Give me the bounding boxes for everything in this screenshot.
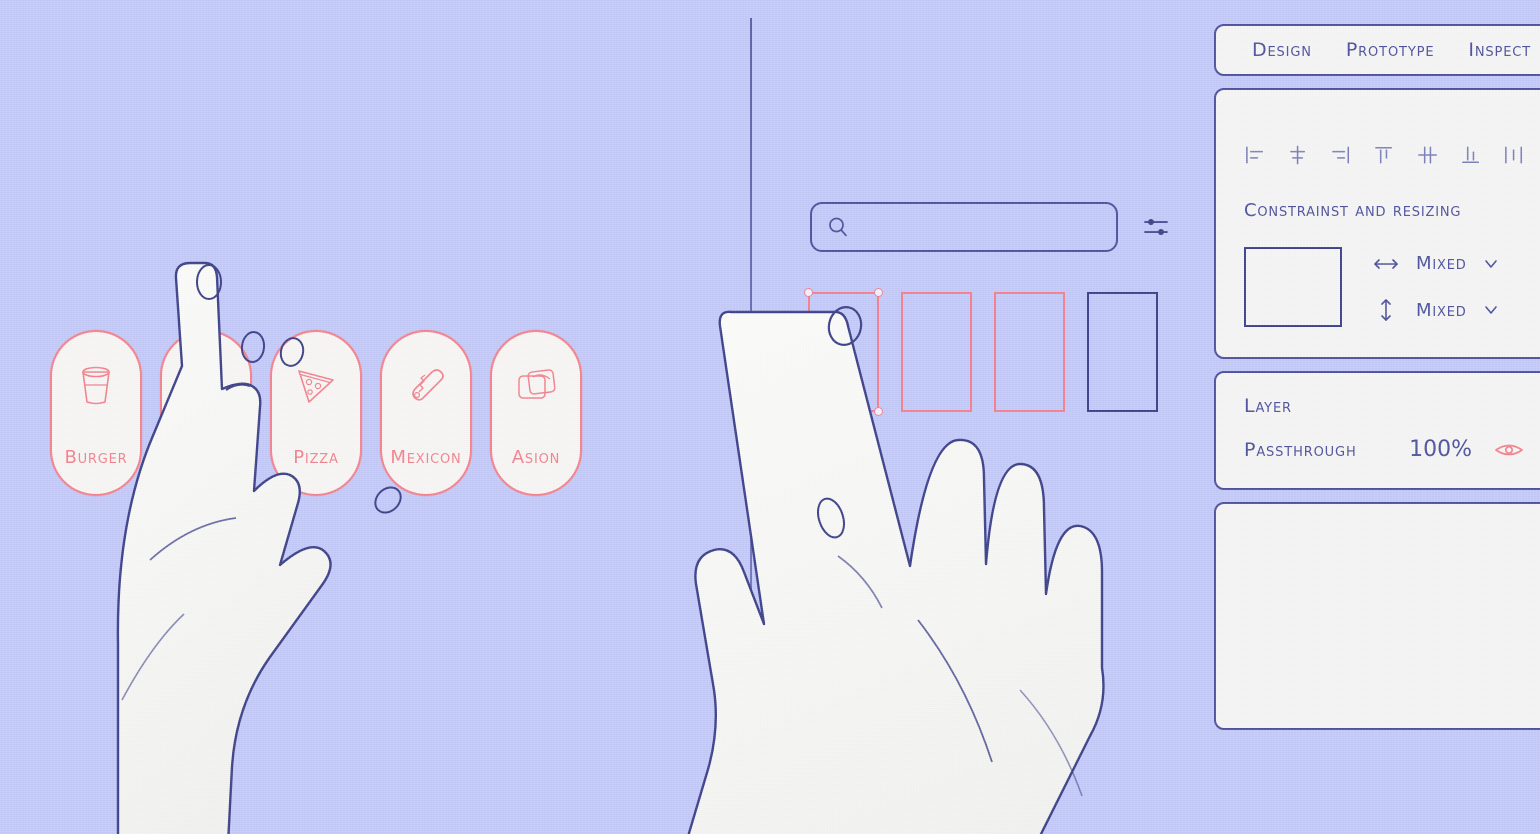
- category-chip-pizza[interactable]: Pizza: [270, 330, 362, 496]
- category-chip-burger[interactable]: Burger: [50, 330, 142, 496]
- selection-handle-top-right[interactable]: [874, 288, 883, 297]
- canvas-rect-selected[interactable]: [804, 288, 883, 416]
- search-field[interactable]: [810, 202, 1118, 252]
- canvas-rectangle-group: [804, 288, 1158, 416]
- alignment-toolbar: [1244, 144, 1524, 166]
- chevron-down-icon: [1484, 259, 1497, 268]
- layer-panel: Layer Passthrough 100%: [1214, 371, 1540, 490]
- align-vertical-center-icon[interactable]: [1417, 144, 1438, 166]
- food-icon: [190, 369, 222, 401]
- align-horizontal-center-icon[interactable]: [1287, 144, 1308, 166]
- eye-icon[interactable]: [1494, 440, 1524, 460]
- opacity-value[interactable]: 100%: [1409, 437, 1472, 462]
- category-chip-label: Mexicon: [390, 447, 462, 468]
- category-chip-label: Burger: [64, 447, 128, 468]
- align-top-icon[interactable]: [1373, 144, 1394, 166]
- category-chip-label: Pizza: [293, 447, 339, 468]
- selection-handle-bottom-right[interactable]: [874, 407, 883, 416]
- canvas-rect[interactable]: [994, 292, 1065, 412]
- constraint-vertical-dropdown[interactable]: Mixed: [1372, 296, 1499, 324]
- chevron-down-icon: [1484, 306, 1497, 314]
- constraint-horizontal-value: Mixed: [1416, 253, 1467, 274]
- vertical-divider: [750, 18, 752, 824]
- align-bottom-icon[interactable]: [1460, 144, 1481, 166]
- tab-prototype[interactable]: Prototype: [1346, 39, 1435, 61]
- tab-design[interactable]: Design: [1252, 39, 1312, 61]
- category-chip-row: Burger Pizza Mexicon Asion: [50, 330, 582, 496]
- distribute-horizontal-icon[interactable]: [1503, 144, 1524, 166]
- selection-handle-bottom-left[interactable]: [804, 407, 813, 416]
- category-chip-asion[interactable]: Asion: [490, 330, 582, 496]
- properties-panel: Constrainst and resizing Mixed Mixed: [1214, 88, 1540, 359]
- canvas-rect[interactable]: [1087, 292, 1158, 412]
- pizza-slice-icon: [298, 370, 334, 403]
- constraints-row: Mixed Mixed: [1244, 247, 1524, 327]
- sliders-icon[interactable]: [1140, 211, 1172, 243]
- constraint-horizontal-dropdown[interactable]: Mixed: [1372, 253, 1499, 274]
- constraints-section-title: Constrainst and resizing: [1244, 200, 1462, 221]
- search-row: [810, 202, 1172, 252]
- constraint-dropdowns: Mixed Mixed: [1372, 247, 1499, 324]
- drink-cup-icon: [82, 366, 110, 405]
- align-left-icon[interactable]: [1244, 144, 1265, 166]
- bread-stack-icon: [518, 369, 556, 399]
- category-chip-hidden[interactable]: [160, 330, 252, 496]
- horizontal-arrow-icon: [1374, 258, 1398, 269]
- blend-mode-dropdown[interactable]: Passthrough: [1244, 439, 1357, 461]
- constraint-vertical-value: Mixed: [1416, 299, 1467, 321]
- selection-handle-top-left[interactable]: [804, 288, 813, 297]
- layer-row: Passthrough 100%: [1244, 437, 1524, 462]
- canvas-rect[interactable]: [901, 292, 972, 412]
- hotdog-icon: [412, 369, 444, 401]
- empty-panel: [1214, 502, 1540, 730]
- align-right-icon[interactable]: [1330, 144, 1351, 166]
- layer-section-title: Layer: [1244, 395, 1292, 417]
- search-icon: [829, 217, 847, 237]
- category-chip-label: Asion: [511, 447, 561, 468]
- constraint-box[interactable]: [1244, 247, 1342, 327]
- category-chip-mexicon[interactable]: Mexicon: [380, 330, 472, 496]
- inspector-panel: Design Prototype Inspect Constrainst and…: [1214, 24, 1540, 742]
- tab-inspect[interactable]: Inspect: [1468, 39, 1531, 61]
- search-input[interactable]: [860, 204, 1116, 250]
- vertical-arrow-icon: [1381, 299, 1391, 321]
- inspector-tab-bar: Design Prototype Inspect: [1214, 24, 1540, 76]
- layer-right-controls: 100%: [1409, 437, 1524, 462]
